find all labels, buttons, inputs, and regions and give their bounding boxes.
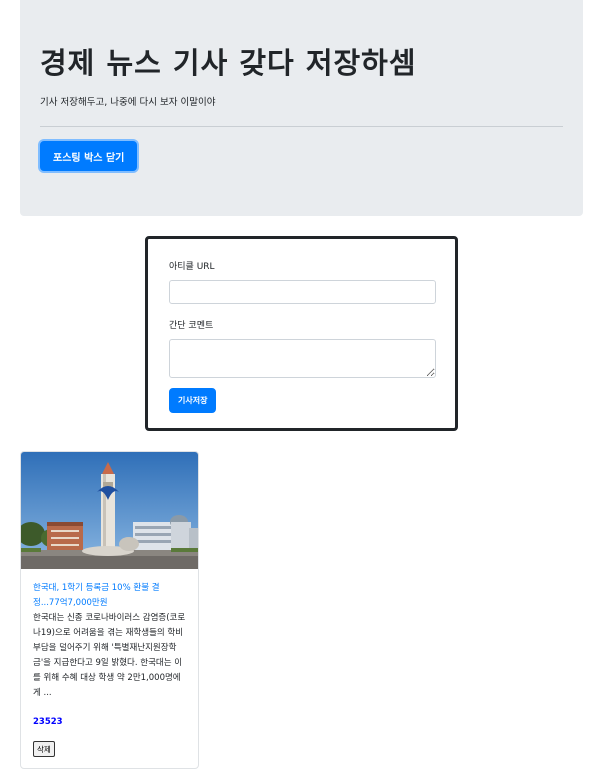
article-description: 한국대는 신종 코로나바이러스 감염증(코로나19)으로 어려움을 겪는 재학생… (33, 613, 186, 698)
article-title-link[interactable]: 한국대, 1학기 등록금 10% 환불 결정...77억7,000만원 (33, 581, 186, 611)
page-title: 경제 뉴스 기사 갖다 저장하셈 (40, 46, 417, 80)
article-count: 23523 (33, 717, 63, 727)
page-subtitle: 기사 저장해두고, 나중에 다시 보자 이말이야 (40, 97, 216, 108)
comment-textarea[interactable] (169, 339, 436, 378)
article-card: 한국대, 1학기 등록금 10% 환불 결정...77억7,000만원 한국대는… (20, 451, 199, 769)
comment-label: 간단 코멘트 (169, 321, 214, 331)
delete-article-button[interactable]: 삭제 (33, 741, 55, 757)
url-input[interactable] (169, 280, 436, 304)
divider (40, 126, 563, 127)
header-jumbotron: 경제 뉴스 기사 갖다 저장하셈 기사 저장해두고, 나중에 다시 보자 이말이… (20, 0, 583, 216)
toggle-posting-box-button[interactable]: 포스팅 박스 닫기 (40, 141, 138, 171)
save-article-button[interactable]: 기사저장 (169, 388, 217, 413)
article-image (21, 452, 198, 569)
url-label: 아티클 URL (169, 262, 215, 272)
posting-box: 아티클 URL 간단 코멘트 기사저장 (145, 236, 458, 431)
